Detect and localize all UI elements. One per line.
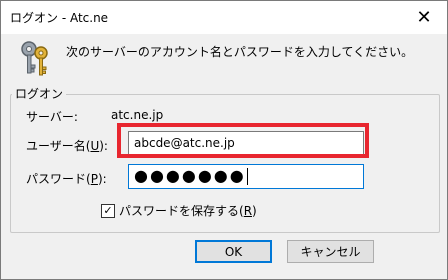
server-value: atc.ne.jp bbox=[111, 108, 164, 122]
password-input[interactable]: ●●●●●●● bbox=[128, 164, 364, 189]
cancel-button[interactable]: キャンセル bbox=[287, 240, 374, 263]
save-password-accesskey: R bbox=[243, 204, 253, 218]
logon-dialog: ログオン - Atc.ne ✕ 次のサーバーのアカウント名とパスワードを入力して… bbox=[0, 0, 448, 280]
password-label-text: パスワード( bbox=[26, 172, 91, 186]
text-caret bbox=[246, 168, 248, 185]
close-icon: ✕ bbox=[416, 7, 432, 28]
server-label: サーバー: bbox=[26, 110, 78, 124]
password-accesskey: P bbox=[90, 172, 98, 186]
username-label-suffix: ): bbox=[99, 139, 108, 153]
password-mask: ●●●●●●● bbox=[134, 166, 246, 185]
save-password-label-suffix: ) bbox=[252, 204, 257, 218]
checkmark-icon: ✓ bbox=[103, 204, 113, 217]
ok-button[interactable]: OK bbox=[195, 240, 272, 263]
username-label: ユーザー名(U): bbox=[26, 137, 108, 154]
username-value: abcde@atc.ne.jp bbox=[134, 136, 235, 150]
instruction-text: 次のサーバーのアカウント名とパスワードを入力してください。 bbox=[66, 45, 414, 59]
window-title: ログオン - Atc.ne bbox=[10, 11, 109, 25]
password-label: パスワード(P): bbox=[26, 170, 107, 187]
save-password-label: パスワードを保存する(R) bbox=[119, 202, 257, 219]
title-bar: ログオン - Atc.ne ✕ bbox=[1, 1, 447, 34]
save-password-option[interactable]: ✓ パスワードを保存する(R) bbox=[101, 202, 257, 219]
username-label-text: ユーザー名( bbox=[26, 139, 91, 153]
group-legend: ログオン bbox=[12, 85, 67, 102]
save-password-checkbox[interactable]: ✓ bbox=[101, 203, 115, 218]
username-accesskey: U bbox=[90, 139, 100, 153]
username-input[interactable]: abcde@atc.ne.jp bbox=[128, 131, 364, 156]
keys-icon bbox=[21, 41, 48, 76]
save-password-label-text: パスワードを保存する( bbox=[119, 204, 244, 218]
close-button[interactable]: ✕ bbox=[401, 1, 447, 34]
password-label-suffix: ): bbox=[97, 172, 107, 186]
